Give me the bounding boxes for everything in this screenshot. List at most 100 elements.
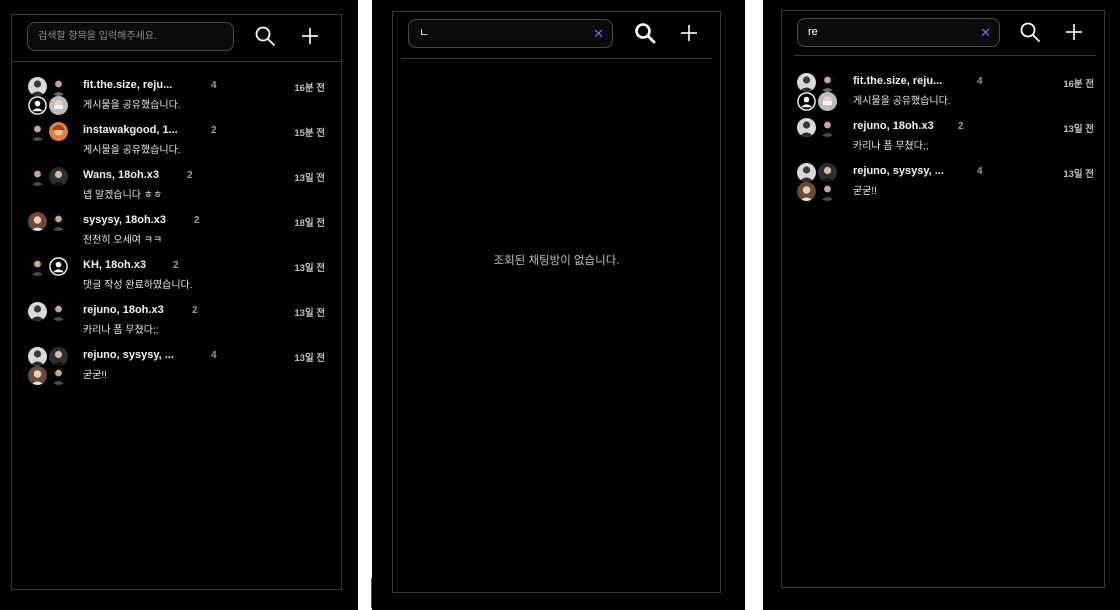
avatar [49, 167, 68, 186]
chat-room-item[interactable]: rejuno, 18oh.x3 2 13일 전 카리나 폼 무쳤다;; [24, 302, 341, 346]
member-count: 2 [192, 305, 198, 316]
search-button[interactable] [252, 23, 278, 49]
avatar [28, 302, 47, 321]
user-photo-icon [28, 257, 47, 276]
header-divider [12, 61, 341, 62]
avatar [49, 302, 68, 321]
chat-room-name: Wans, 18oh.x3 [83, 169, 160, 181]
chat-room-item[interactable]: fit.the.size, reju... 4 16분 전 게시물을 공유했습니… [793, 73, 1104, 117]
user-photo-icon [49, 167, 68, 186]
user-photo-icon [28, 122, 47, 141]
chat-list-frame: 검색할 항목을 입력해주세요. fit.the.size, reju... 4 [11, 14, 342, 590]
search-header: ㄴ ✕ [393, 12, 720, 56]
member-count: 4 [977, 76, 983, 87]
avatar-group [28, 212, 72, 252]
user-photo-icon [49, 212, 68, 231]
last-message-time: 15분 전 [294, 128, 325, 139]
chat-room-item[interactable]: rejuno, sysysy, ... 4 13일 전 굳굳!! [24, 347, 341, 391]
user-photo-icon [49, 77, 68, 96]
avatar [797, 73, 816, 92]
chat-room-item[interactable]: KH, 18oh.x3 2 13일 전 댓글 작성 완료하였습니다. [24, 257, 341, 301]
avatar-group [28, 347, 72, 387]
chat-list-screen-default: 검색할 항목을 입력해주세요. fit.the.size, reju... 4 [0, 0, 358, 610]
member-count: 2 [173, 260, 179, 271]
search-icon [255, 26, 275, 46]
close-icon: ✕ [980, 25, 991, 40]
last-message-time: 16분 전 [1063, 79, 1094, 90]
default-profile-icon [28, 96, 47, 115]
avatar [818, 163, 837, 182]
avatar-group [28, 257, 72, 297]
search-value: re [808, 26, 818, 38]
search-input[interactable]: ㄴ ✕ [408, 19, 613, 48]
search-button[interactable] [1017, 19, 1043, 45]
chat-room-item[interactable]: instawakgood, 1... 2 15분 전 게시물을 공유했습니다. [24, 122, 341, 166]
user-photo-icon [818, 182, 837, 201]
avatar [818, 182, 837, 201]
member-count: 2 [211, 125, 217, 136]
chat-room-item[interactable]: Wans, 18oh.x3 2 13일 전 넵 알겠습니다 ㅎㅎ [24, 167, 341, 211]
chat-room-name: rejuno, sysysy, ... [83, 349, 174, 361]
chat-room-item[interactable]: rejuno, sysysy, ... 4 13일 전 굳굳!! [793, 163, 1104, 207]
chat-room-name: rejuno, 18oh.x3 [853, 120, 934, 132]
member-count: 2 [958, 121, 964, 132]
avatar-group [797, 163, 841, 203]
chat-room-item[interactable]: sysysy, 18oh.x3 2 18일 전 천천히 오세여 ㅋㅋ [24, 212, 341, 256]
last-message: 게시물을 공유했습니다. [853, 96, 951, 107]
chat-list: fit.the.size, reju... 4 16분 전 게시물을 공유했습니… [793, 73, 1104, 213]
avatar [818, 118, 837, 137]
chat-room-name: KH, 18oh.x3 [83, 259, 146, 271]
chat-list-frame: ㄴ ✕ 조회된 채팅방이 없습니다. [392, 11, 721, 593]
search-button[interactable] [632, 20, 658, 46]
avatar [49, 257, 68, 276]
chat-room-name: fit.the.size, reju... [853, 75, 943, 87]
user-photo-icon [797, 118, 816, 137]
header-divider [401, 58, 712, 59]
divider [371, 578, 372, 608]
clear-search-button[interactable]: ✕ [980, 19, 991, 46]
chat-list-frame: re ✕ fit.the.size, reju... 4 16분 전 게시물을 … [781, 10, 1105, 588]
search-input[interactable]: re ✕ [797, 18, 1000, 47]
last-message: 게시물을 공유했습니다. [83, 100, 181, 111]
new-chat-button[interactable] [297, 23, 323, 49]
user-photo-icon [818, 163, 837, 182]
new-chat-button[interactable] [676, 20, 702, 46]
last-message-time: 13일 전 [294, 263, 325, 274]
user-photo-icon [797, 73, 816, 92]
last-message-time: 13일 전 [294, 173, 325, 184]
chat-room-item[interactable]: rejuno, 18oh.x3 2 13일 전 카리나 폼 무쳤다;; [793, 118, 1104, 162]
search-input[interactable]: 검색할 항목을 입력해주세요. [27, 22, 234, 51]
default-profile-icon [797, 92, 816, 111]
chat-room-item[interactable]: fit.the.size, reju... 4 16분 전 게시물을 공유했습니… [24, 77, 341, 121]
member-count: 4 [211, 350, 217, 361]
chat-room-name: rejuno, sysysy, ... [853, 165, 944, 177]
user-photo-icon [797, 182, 816, 201]
user-photo-icon [28, 77, 47, 96]
search-value: ㄴ [419, 27, 430, 39]
last-message-time: 13일 전 [294, 308, 325, 319]
user-photo-icon [28, 347, 47, 366]
member-count: 2 [194, 215, 200, 226]
chat-list-screen-filtered: re ✕ fit.the.size, reju... 4 16분 전 게시물을 … [763, 0, 1120, 610]
default-profile-icon [49, 257, 68, 276]
close-icon: ✕ [593, 26, 604, 41]
user-photo-icon [28, 167, 47, 186]
empty-result-message: 조회된 채팅방이 없습니다. [493, 255, 620, 267]
search-icon [1020, 22, 1040, 42]
avatar-group [28, 167, 72, 207]
avatar-group [797, 118, 841, 158]
avatar [28, 212, 47, 231]
chat-room-name: rejuno, 18oh.x3 [83, 304, 164, 316]
clear-search-button[interactable]: ✕ [593, 20, 604, 47]
last-message-time: 18일 전 [294, 218, 325, 229]
avatar [49, 366, 68, 385]
search-header: re ✕ [782, 11, 1104, 55]
user-photo-icon [49, 366, 68, 385]
chat-list: fit.the.size, reju... 4 16분 전 게시물을 공유했습니… [24, 77, 341, 397]
new-chat-button[interactable] [1061, 19, 1087, 45]
avatar-group [28, 302, 72, 342]
user-photo-icon [28, 366, 47, 385]
user-photo-icon [49, 96, 68, 115]
user-photo-icon [818, 92, 837, 111]
avatar [797, 182, 816, 201]
